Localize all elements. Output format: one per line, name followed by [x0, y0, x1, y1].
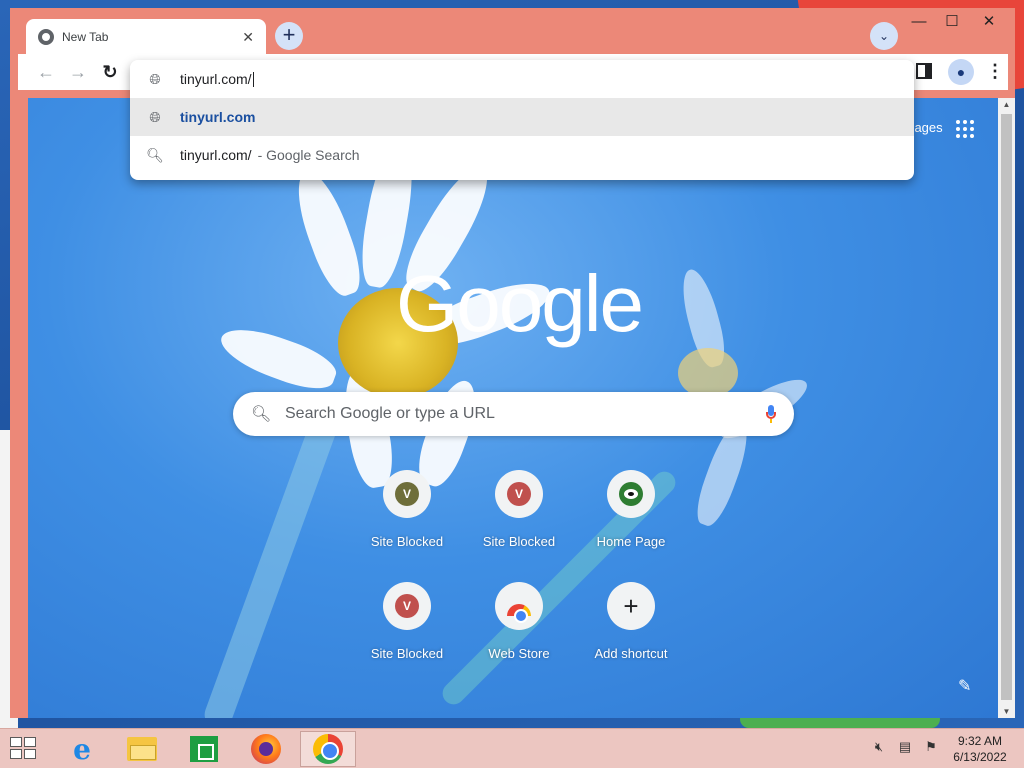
side-panel-icon[interactable]: [916, 63, 932, 79]
suggestion-row[interactable]: 🌐︎ tinyurl.com: [130, 98, 914, 136]
shortcut-tile[interactable]: V Site Blocked: [351, 468, 463, 580]
shortcut-tile[interactable]: V Site Blocked: [351, 580, 463, 692]
clock-date: 6/13/2022: [953, 750, 1007, 764]
suggestion-text: tinyurl.com/: [180, 147, 252, 163]
shortcut-label: Add shortcut: [594, 646, 668, 661]
tab-new-tab[interactable]: New Tab ✕: [26, 19, 266, 55]
omnibox-dropdown: 🌐︎ tinyurl.com/ 🌐︎ tinyurl.com 🔍︎ tinyur…: [130, 60, 914, 180]
start-icon[interactable]: [10, 737, 38, 761]
chrome-favicon-icon: [38, 29, 54, 45]
tab-close-icon[interactable]: ✕: [242, 29, 254, 46]
title-bar: New Tab ✕ + ⌄ — ☐ ✕: [10, 8, 1015, 55]
search-input[interactable]: Search Google or type a URL: [285, 405, 766, 423]
search-icon: 🔍︎: [251, 406, 272, 423]
customize-pencil-icon[interactable]: ✎: [958, 676, 971, 696]
file-explorer-icon[interactable]: [114, 731, 170, 767]
shortcut-label: Site Blocked: [370, 646, 444, 661]
address-input[interactable]: tinyurl.com/: [180, 71, 254, 88]
chrome-window: New Tab ✕ + ⌄ — ☐ ✕ ← → ↻ ● ⋮ Images Goo…: [10, 8, 1015, 718]
site-letter-icon: V: [395, 594, 419, 618]
new-tab-button[interactable]: +: [275, 22, 303, 50]
chrome-icon[interactable]: [300, 731, 356, 767]
tab-title: New Tab: [62, 30, 109, 44]
suggestion-suffix: - Google Search: [257, 147, 360, 163]
reload-button[interactable]: ↻: [98, 60, 122, 84]
taskbar-clock[interactable]: 9:32 AM 6/13/2022: [940, 733, 1020, 765]
site-letter-icon: V: [395, 482, 419, 506]
back-button[interactable]: ←: [34, 60, 58, 84]
store-icon[interactable]: [176, 731, 232, 767]
tab-search-button[interactable]: ⌄: [870, 22, 898, 50]
chrome-menu-button[interactable]: ⋮: [986, 60, 1004, 82]
shortcut-label: Home Page: [596, 534, 666, 549]
address-bar[interactable]: 🌐︎ tinyurl.com/: [130, 60, 914, 98]
shortcut-tile[interactable]: V Site Blocked: [463, 468, 575, 580]
forward-button[interactable]: →: [66, 60, 90, 84]
taskbar: e 🔇︎ ▤ ⚑ 9:32 AM 6/13/2022: [0, 728, 1024, 768]
shortcut-tile[interactable]: Web Store: [463, 580, 575, 692]
suggestion-text: tinyurl.com: [180, 109, 256, 125]
shortcut-tile[interactable]: Home Page: [575, 468, 687, 580]
close-window-button[interactable]: ✕: [968, 10, 1010, 36]
scroll-down-icon[interactable]: ▼: [998, 707, 1015, 716]
google-logo: Google: [396, 259, 644, 348]
maximize-button[interactable]: ☐: [938, 10, 966, 36]
flower-petal: [286, 165, 370, 301]
clock-time: 9:32 AM: [957, 734, 1003, 748]
page-scrollbar[interactable]: ▲ ▼: [998, 98, 1015, 718]
voice-search-icon[interactable]: [766, 405, 776, 423]
add-shortcut-tile[interactable]: + Add shortcut: [575, 580, 687, 692]
scroll-up-icon[interactable]: ▲: [998, 100, 1015, 109]
globe-icon: 🌐︎: [149, 70, 161, 87]
minimize-button[interactable]: —: [905, 10, 933, 36]
web-store-icon: [507, 604, 531, 623]
wallpaper-stem: [200, 403, 344, 718]
internet-explorer-icon[interactable]: e: [54, 731, 110, 767]
plus-icon: +: [623, 591, 639, 621]
volume-muted-icon[interactable]: 🔇︎: [870, 739, 888, 755]
shortcut-label: Web Store: [488, 646, 550, 661]
scroll-thumb[interactable]: [1001, 114, 1012, 700]
action-center-flag-icon[interactable]: ⚑: [922, 739, 940, 755]
firefox-icon[interactable]: [238, 731, 294, 767]
home-page-icon: [619, 482, 643, 506]
site-letter-icon: V: [507, 482, 531, 506]
search-box[interactable]: 🔍︎ Search Google or type a URL: [233, 392, 794, 436]
network-icon[interactable]: ▤: [896, 739, 914, 755]
flower-petal: [214, 318, 342, 398]
suggestion-row[interactable]: 🔍︎ tinyurl.com/ - Google Search: [130, 136, 914, 174]
profile-avatar-icon[interactable]: ●: [948, 59, 974, 85]
flower-center: [678, 348, 738, 398]
system-tray: 🔇︎ ▤ ⚑: [870, 739, 940, 755]
search-icon: 🔍︎: [146, 146, 164, 163]
shortcut-label: Site Blocked: [482, 534, 556, 549]
new-tab-page: Images Google 🔍︎ Search Google or type a…: [28, 98, 998, 718]
shortcut-label: Site Blocked: [370, 534, 444, 549]
google-apps-icon[interactable]: [956, 120, 974, 138]
globe-icon: 🌐︎: [149, 108, 161, 125]
